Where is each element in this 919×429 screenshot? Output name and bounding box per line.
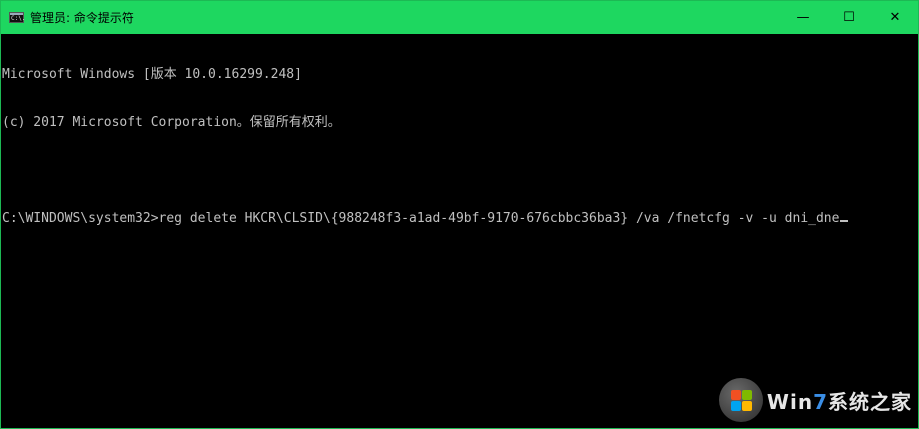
watermark-seven: 7 bbox=[813, 389, 828, 414]
title-bar[interactable]: C:\. 管理员: 命令提示符 — ☐ ✕ bbox=[1, 1, 918, 34]
console-output[interactable]: Microsoft Windows [版本 10.0.16299.248] (c… bbox=[1, 34, 918, 428]
cmd-app-icon[interactable]: C:\. bbox=[9, 12, 26, 23]
watermark-text: Win7系统之家 bbox=[767, 386, 912, 415]
minimize-button[interactable]: — bbox=[780, 1, 826, 34]
text-cursor bbox=[840, 220, 849, 222]
windows-logo-icon bbox=[718, 378, 763, 422]
window-title: 管理员: 命令提示符 bbox=[30, 11, 134, 25]
window-controls: — ☐ ✕ bbox=[780, 1, 918, 34]
watermark: Win7系统之家 bbox=[718, 378, 912, 422]
watermark-rest: 系统之家 bbox=[828, 389, 912, 414]
app-icon-label: C:\. bbox=[11, 15, 26, 22]
console-command-line[interactable]: C:\WINDOWS\system32>reg delete HKCR\CLSI… bbox=[2, 211, 916, 227]
console-line-copyright: (c) 2017 Microsoft Corporation。保留所有权利。 bbox=[2, 115, 341, 130]
command-text: C:\WINDOWS\system32>reg delete HKCR\CLSI… bbox=[2, 211, 840, 226]
watermark-win: Win bbox=[766, 389, 814, 414]
console-line-version: Microsoft Windows [版本 10.0.16299.248] bbox=[2, 67, 302, 82]
command-prompt-window: C:\. 管理员: 命令提示符 — ☐ ✕ Microsoft Windows … bbox=[0, 0, 919, 429]
close-button[interactable]: ✕ bbox=[872, 1, 918, 34]
maximize-button[interactable]: ☐ bbox=[826, 1, 872, 34]
